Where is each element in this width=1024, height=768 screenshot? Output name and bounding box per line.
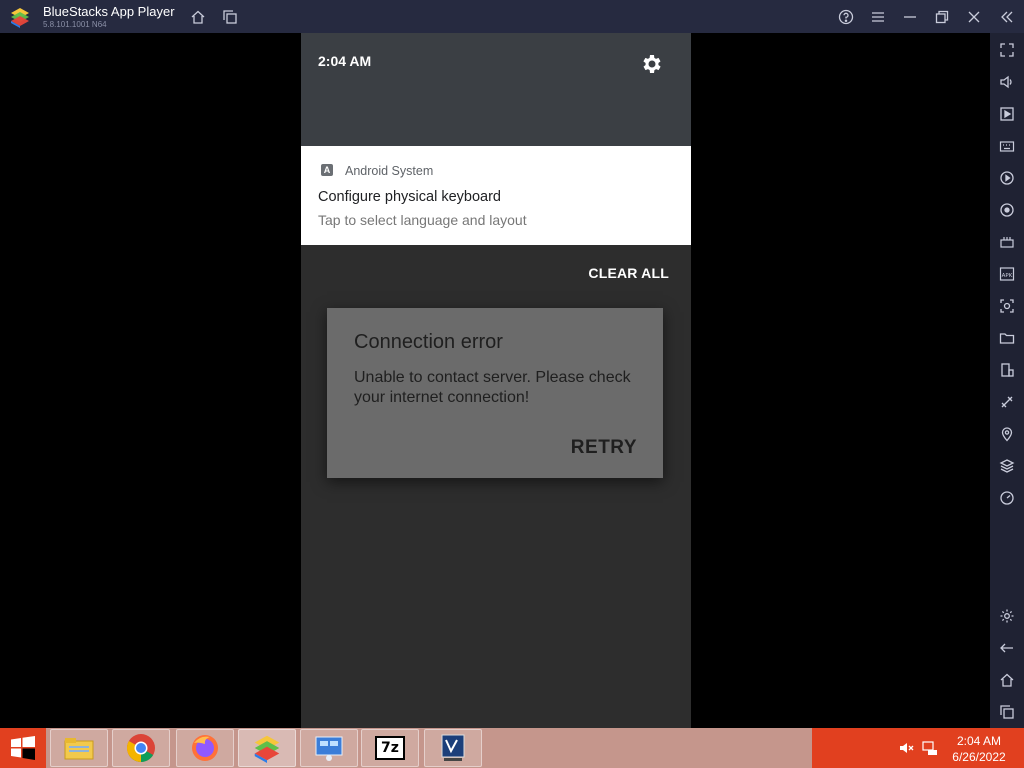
- back-icon[interactable]: [998, 639, 1016, 657]
- android-screen: 2:04 AM A Android System Configure physi…: [301, 33, 691, 728]
- window-title: BlueStacks App Player: [43, 4, 175, 19]
- mute-icon[interactable]: [898, 740, 914, 756]
- multi-window-icon[interactable]: [219, 6, 241, 28]
- virtualbox-icon[interactable]: [424, 729, 482, 767]
- network-icon[interactable]: [300, 729, 358, 767]
- app-version: 5.8.101.1001 N64: [43, 20, 107, 29]
- svg-text:APK: APK: [1002, 273, 1013, 279]
- windows-taskbar: 7z 2:04 AM 6/26/2022: [0, 728, 1024, 768]
- dialog-message: Unable to contact server. Please check y…: [354, 369, 631, 406]
- layers-icon[interactable]: [998, 457, 1016, 475]
- start-button[interactable]: [0, 728, 46, 768]
- menu-icon[interactable]: [867, 6, 889, 28]
- chrome-icon[interactable]: [112, 729, 170, 767]
- status-time: 2:04 AM: [318, 53, 372, 69]
- android-system-icon: A: [321, 164, 333, 176]
- close-icon[interactable]: [963, 6, 985, 28]
- 7zip-label: 7z: [375, 736, 405, 760]
- minimize-icon[interactable]: [899, 6, 921, 28]
- windows-logo-icon: [11, 736, 35, 760]
- desktop: BlueStacks App Player 5.8.101.1001 N64 2…: [0, 0, 1024, 768]
- fullscreen-icon[interactable]: [998, 41, 1016, 59]
- notification-title: Configure physical keyboard: [318, 189, 501, 205]
- 7zip-icon[interactable]: 7z: [361, 729, 419, 767]
- connection-error-dialog: Connection error Unable to contact serve…: [327, 308, 663, 478]
- screenshot-icon[interactable]: [998, 297, 1016, 315]
- tray-clock[interactable]: 2:04 AM 6/26/2022: [936, 733, 1022, 765]
- media-icon[interactable]: [998, 105, 1016, 123]
- bluestacks-icon[interactable]: [238, 729, 296, 767]
- restore-icon[interactable]: [931, 6, 953, 28]
- speed-icon[interactable]: [998, 489, 1016, 507]
- file-explorer-icon[interactable]: [50, 729, 108, 767]
- android-home-icon[interactable]: [998, 671, 1016, 689]
- apk-icon[interactable]: APK: [998, 265, 1016, 283]
- keyboard-icon[interactable]: [998, 137, 1016, 155]
- controls-icon[interactable]: [998, 233, 1016, 251]
- notification-text: Tap to select language and layout: [318, 212, 527, 228]
- home-icon[interactable]: [187, 6, 209, 28]
- eco-mode-icon[interactable]: [998, 393, 1016, 411]
- multi-instance-icon[interactable]: [998, 361, 1016, 379]
- bluestacks-logo: [11, 8, 29, 28]
- collapse-sidebar-icon[interactable]: [996, 6, 1018, 28]
- rotate-sync-icon[interactable]: [998, 201, 1016, 219]
- location-icon[interactable]: [998, 425, 1016, 443]
- right-sidebar: APK: [990, 33, 1024, 728]
- settings-gear-icon[interactable]: [640, 52, 664, 76]
- recents-icon[interactable]: [998, 703, 1016, 721]
- clock-date: 6/26/2022: [952, 750, 1006, 764]
- quick-settings-header: 2:04 AM: [301, 33, 691, 146]
- folder-icon[interactable]: [998, 329, 1016, 347]
- settings-icon[interactable]: [998, 607, 1016, 625]
- title-bar: BlueStacks App Player 5.8.101.1001 N64: [0, 0, 1024, 33]
- dialog-title: Connection error: [354, 331, 503, 353]
- retry-button[interactable]: RETRY: [571, 437, 637, 459]
- volume-icon[interactable]: [998, 73, 1016, 91]
- clear-all-button[interactable]: CLEAR ALL: [588, 265, 669, 281]
- macro-icon[interactable]: [998, 169, 1016, 187]
- notification-app-name: Android System: [345, 164, 434, 178]
- firefox-icon[interactable]: [176, 729, 234, 767]
- help-icon[interactable]: [835, 6, 857, 28]
- clock-time: 2:04 AM: [956, 734, 1002, 748]
- notification-card[interactable]: A Android System Configure physical keyb…: [301, 146, 691, 245]
